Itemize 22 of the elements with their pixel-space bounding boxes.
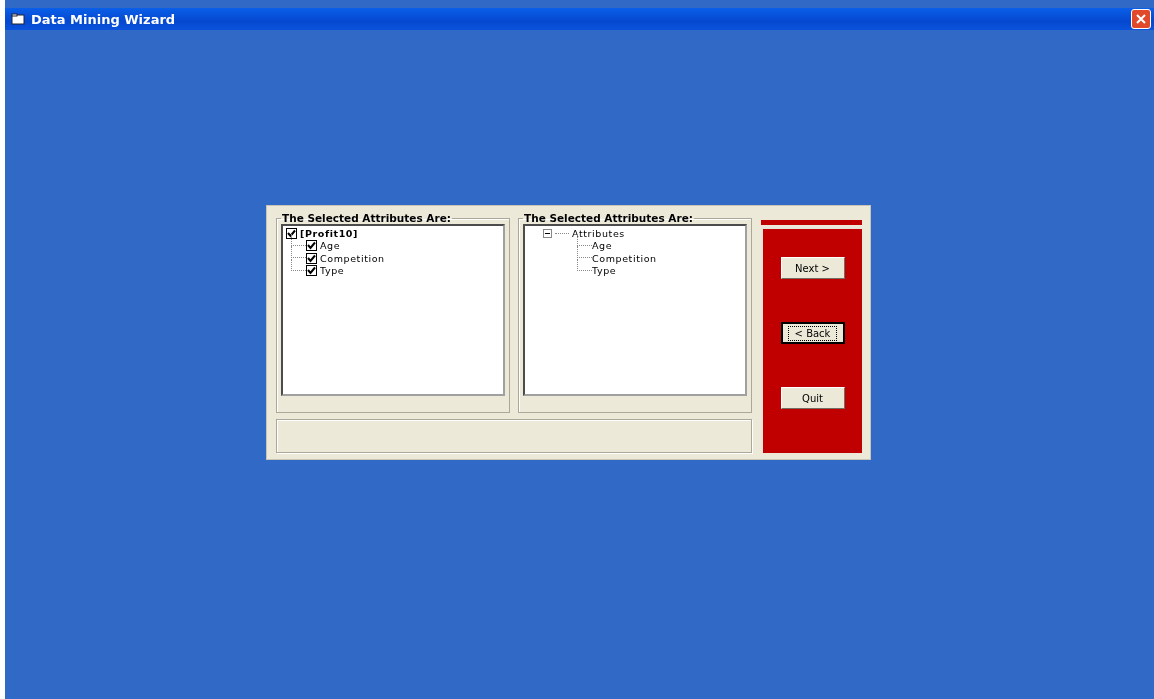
- group-title: The Selected Attributes Are:: [523, 212, 694, 224]
- tree-item[interactable]: Competition: [320, 252, 385, 264]
- window-icon: [11, 13, 25, 25]
- checkbox[interactable]: [306, 240, 317, 252]
- tree-item[interactable]: Age: [592, 240, 613, 252]
- tree-item[interactable]: [Profit10]: [300, 227, 358, 239]
- wizard-button[interactable]: Quit: [780, 387, 845, 409]
- tree-item[interactable]: Age: [320, 240, 341, 252]
- group-title: The Selected Attributes Are:: [281, 212, 452, 224]
- tree-item[interactable]: Attributes: [572, 227, 625, 239]
- tree-item[interactable]: Type: [592, 265, 617, 277]
- window-title: Data Mining Wizard: [31, 11, 177, 27]
- collapse-icon[interactable]: [543, 228, 552, 238]
- checkbox[interactable]: [306, 252, 317, 264]
- tree-item[interactable]: Type: [320, 265, 345, 277]
- wizard-button[interactable]: < Back: [780, 322, 845, 344]
- checkbox[interactable]: [306, 265, 317, 277]
- close-icon: [1135, 13, 1147, 25]
- tree-item[interactable]: Competition: [592, 252, 657, 264]
- wizard-button[interactable]: Next >: [780, 257, 845, 279]
- close-button[interactable]: [1131, 9, 1151, 29]
- checkbox[interactable]: [286, 227, 297, 239]
